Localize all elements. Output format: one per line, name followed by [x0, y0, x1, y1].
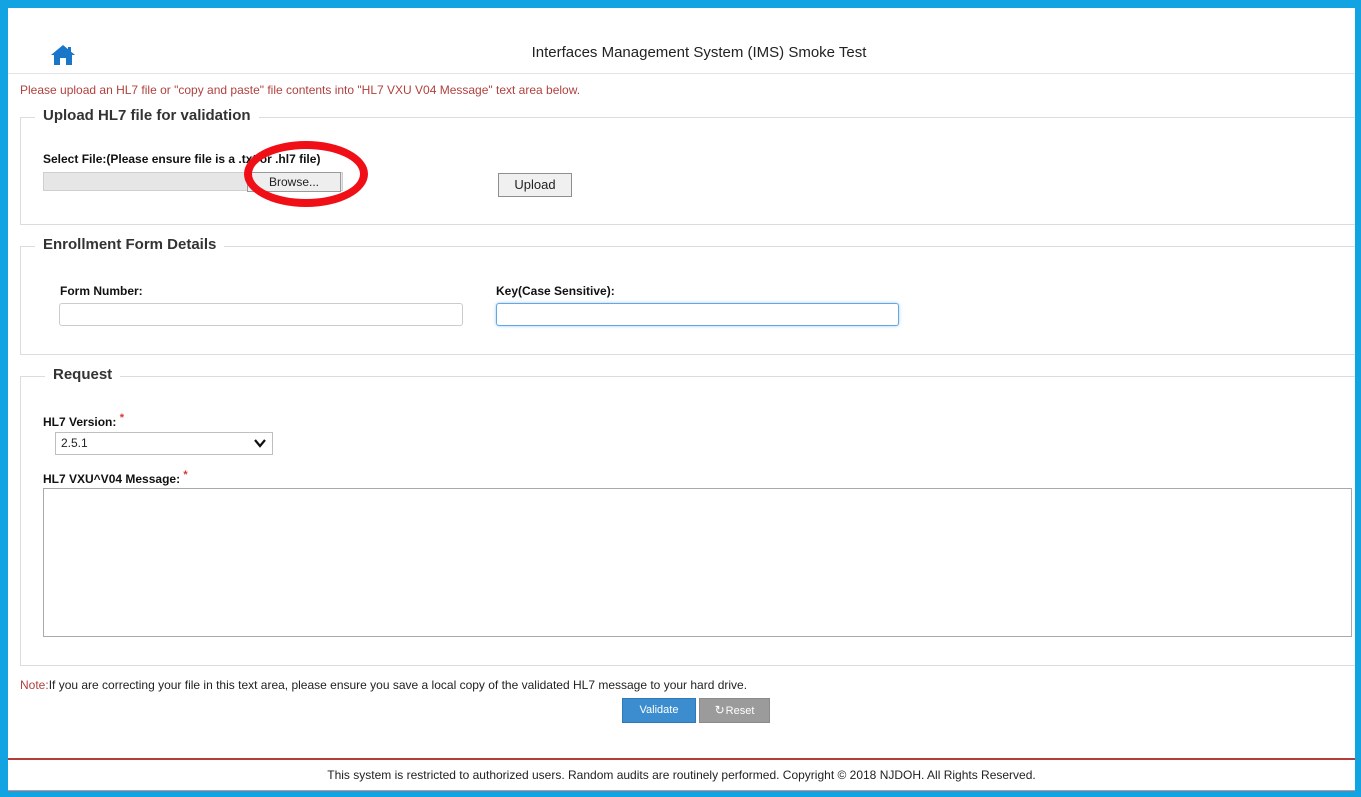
reset-button[interactable]: ↻Reset: [699, 698, 770, 723]
required-marker: *: [119, 412, 124, 424]
footer-bottom-divider: [8, 790, 1355, 791]
enrollment-panel: Enrollment Form Details Form Number: Key…: [20, 236, 1355, 355]
footer-divider: [8, 758, 1355, 760]
chevron-down-icon: [254, 439, 266, 448]
header-divider: [8, 73, 1355, 74]
hl7-version-value: 2.5.1: [61, 436, 88, 450]
hl7-version-select[interactable]: 2.5.1: [55, 432, 273, 455]
hl7-version-label: HL7 Version: *: [43, 412, 124, 429]
page-title: Interfaces Management System (IMS) Smoke…: [531, 44, 867, 61]
note-body: If you are correcting your file in this …: [48, 678, 748, 692]
header: Interfaces Management System (IMS) Smoke…: [8, 8, 1355, 78]
upload-legend: Upload HL7 file for validation: [35, 107, 259, 124]
footer-text: This system is restricted to authorized …: [327, 768, 1036, 782]
request-legend: Request: [45, 366, 121, 383]
required-marker: *: [183, 469, 188, 481]
hl7-message-label-text: HL7 VXU^V04 Message:: [43, 472, 181, 486]
select-file-label: Select File:(Please ensure file is a .tx…: [43, 152, 321, 166]
form-number-label: Form Number:: [60, 284, 143, 298]
hl7-version-label-text: HL7 Version:: [43, 415, 117, 429]
note-text: Note:If you are correcting your file in …: [20, 678, 747, 692]
hl7-message-label: HL7 VXU^V04 Message: *: [43, 469, 188, 486]
upload-panel: Upload HL7 file for validation Select Fi…: [20, 107, 1355, 225]
refresh-icon: ↻: [714, 703, 725, 717]
instruction-text: Please upload an HL7 file or "copy and p…: [20, 83, 581, 97]
reset-label: Reset: [725, 705, 755, 717]
enrollment-legend: Enrollment Form Details: [35, 236, 225, 253]
validate-button[interactable]: Validate: [622, 698, 696, 723]
upload-button[interactable]: Upload: [498, 173, 572, 197]
request-panel: Request HL7 Version: * 2.5.1 HL7 VXU^V04…: [20, 366, 1355, 666]
key-label: Key(Case Sensitive):: [496, 284, 615, 298]
form-number-input[interactable]: [59, 303, 463, 326]
browse-button[interactable]: Browse...: [247, 172, 341, 192]
note-prefix: Note:: [20, 678, 49, 692]
key-input[interactable]: [496, 303, 899, 326]
hl7-message-textarea[interactable]: [43, 488, 1352, 637]
page: Interfaces Management System (IMS) Smoke…: [8, 8, 1355, 791]
